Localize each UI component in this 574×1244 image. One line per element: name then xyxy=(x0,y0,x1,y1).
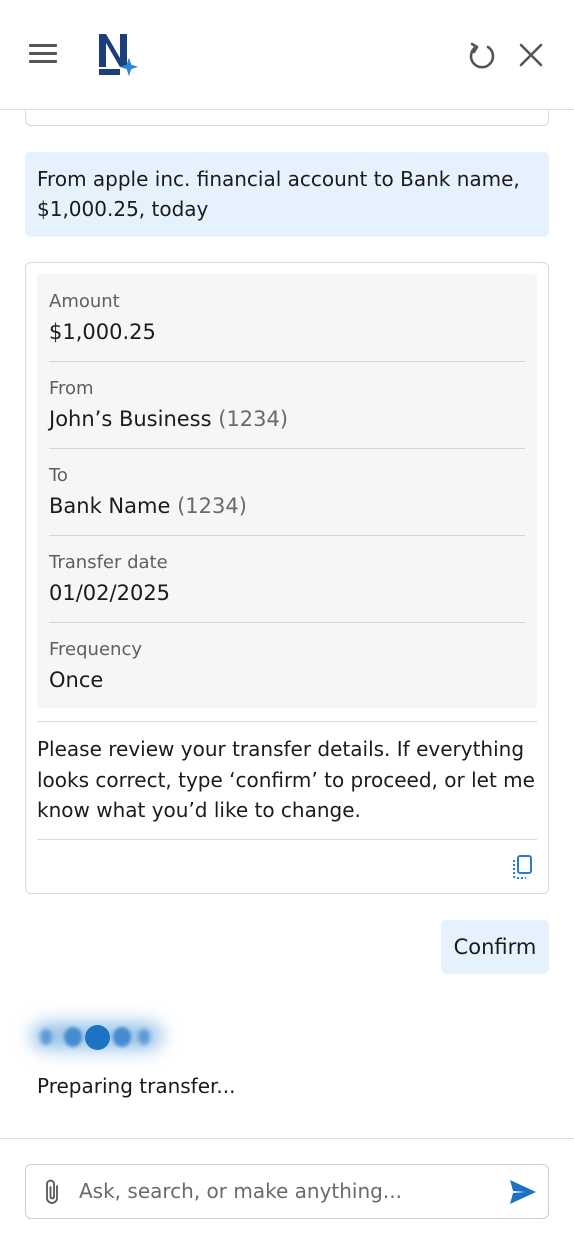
value-text: $1,000.25 xyxy=(49,320,156,344)
send-icon[interactable] xyxy=(508,1178,538,1206)
account-number: (1234) xyxy=(177,494,247,518)
field-value: John’s Business (1234) xyxy=(49,405,288,433)
field-label: From xyxy=(49,378,94,399)
field-transfer-date: Transfer date 01/02/2025 xyxy=(49,535,525,623)
previous-message-card xyxy=(25,110,549,126)
paperclip-icon[interactable] xyxy=(42,1177,64,1207)
field-label: Amount xyxy=(49,291,120,312)
copy-icon[interactable] xyxy=(510,854,534,880)
brand-logo xyxy=(99,34,139,77)
field-value: Bank Name (1234) xyxy=(49,492,247,520)
chat-thread: From apple inc. financial account to Ban… xyxy=(0,110,574,1138)
field-label: Transfer date xyxy=(49,552,168,573)
refresh-icon[interactable] xyxy=(466,40,498,72)
message-input[interactable] xyxy=(79,1175,479,1207)
field-to: To Bank Name (1234) xyxy=(49,448,525,536)
composer xyxy=(25,1164,549,1219)
field-value: 01/02/2025 xyxy=(49,579,170,607)
value-text: Bank Name xyxy=(49,494,171,518)
field-from: From John’s Business (1234) xyxy=(49,361,525,449)
value-text: 01/02/2025 xyxy=(49,581,171,605)
field-label: To xyxy=(49,465,68,486)
user-request-message: From apple inc. financial account to Ban… xyxy=(25,152,549,237)
divider xyxy=(37,839,537,840)
status-text: Preparing transfer... xyxy=(37,1074,236,1098)
user-confirm-message: Confirm xyxy=(441,920,549,974)
close-icon[interactable] xyxy=(517,41,545,69)
field-frequency: Frequency Once xyxy=(49,622,525,709)
value-text: Once xyxy=(49,668,104,692)
field-amount: Amount $1,000.25 xyxy=(49,274,525,362)
assistant-review-message: Please review your transfer details. If … xyxy=(37,737,535,822)
field-value: $1,000.25 xyxy=(49,318,156,346)
loading-indicator xyxy=(28,1013,168,1059)
transfer-summary-card: Amount $1,000.25 From John’s Business (1… xyxy=(25,262,549,894)
field-value: Once xyxy=(49,666,103,694)
divider xyxy=(37,721,537,722)
app-header xyxy=(0,0,574,110)
hamburger-menu-icon[interactable] xyxy=(29,44,57,64)
transfer-details: Amount $1,000.25 From John’s Business (1… xyxy=(37,274,537,708)
field-label: Frequency xyxy=(49,639,142,660)
value-text: John’s Business xyxy=(49,407,212,431)
composer-area xyxy=(0,1138,574,1244)
account-number: (1234) xyxy=(218,407,289,431)
